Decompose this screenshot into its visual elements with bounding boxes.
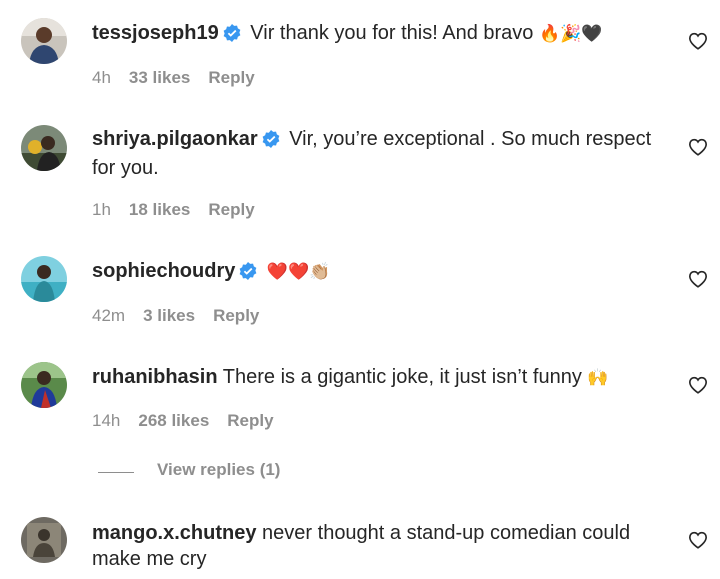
replies-divider xyxy=(98,472,134,473)
likes-count[interactable]: 18 likes xyxy=(129,200,190,219)
comment-meta: 42m 3 likes Reply xyxy=(92,306,277,326)
comment-text: There is a gigantic joke, it just isn’t … xyxy=(222,366,582,388)
username[interactable]: shriya.pilgaonkar xyxy=(92,128,258,150)
view-replies-label: View replies (1) xyxy=(157,460,281,479)
comment-line: shriya.pilgaonkar Vir, you’re exceptiona… xyxy=(92,126,652,181)
verified-badge-icon xyxy=(223,23,241,49)
likes-count[interactable]: 268 likes xyxy=(138,411,209,430)
username[interactable]: ruhanibhasin xyxy=(92,366,218,388)
reply-button[interactable]: Reply xyxy=(227,411,273,430)
comment-meta: 4h 33 likes Reply xyxy=(92,68,273,88)
like-heart-icon[interactable] xyxy=(688,138,710,158)
comment-line: mango.x.chutney never thought a stand-up… xyxy=(92,520,652,572)
username[interactable]: mango.x.chutney xyxy=(92,522,256,544)
emoji: 🙌 xyxy=(587,368,609,387)
reply-button[interactable]: Reply xyxy=(208,200,254,219)
username[interactable]: sophiechoudry xyxy=(92,260,235,282)
comment-line: tessjoseph19 Vir thank you for this! And… xyxy=(92,20,652,49)
like-heart-icon[interactable] xyxy=(688,531,710,551)
timestamp[interactable]: 4h xyxy=(92,68,111,87)
like-heart-icon[interactable] xyxy=(688,376,710,396)
avatar[interactable] xyxy=(21,517,67,563)
emoji: 🔥🎉🖤 xyxy=(538,24,603,43)
verified-badge-icon xyxy=(239,261,257,287)
username[interactable]: tessjoseph19 xyxy=(92,22,219,44)
like-heart-icon[interactable] xyxy=(688,32,710,52)
avatar[interactable] xyxy=(21,125,67,171)
comment-meta: 1h 18 likes Reply xyxy=(92,200,273,220)
reply-button[interactable]: Reply xyxy=(208,68,254,87)
comment-meta: 14h 268 likes Reply xyxy=(92,411,292,431)
verified-badge-icon xyxy=(262,129,280,155)
timestamp[interactable]: 14h xyxy=(92,411,120,430)
avatar[interactable] xyxy=(21,256,67,302)
avatar[interactable] xyxy=(21,18,67,64)
comment-text: Vir thank you for this! And bravo xyxy=(250,22,534,44)
likes-count[interactable]: 33 likes xyxy=(129,68,190,87)
reply-button[interactable]: Reply xyxy=(213,306,259,325)
timestamp[interactable]: 42m xyxy=(92,306,125,325)
emoji: ❤️❤️👏🏼 xyxy=(266,262,331,281)
avatar[interactable] xyxy=(21,362,67,408)
timestamp[interactable]: 1h xyxy=(92,200,111,219)
comment-line: sophiechoudry ❤️❤️👏🏼 xyxy=(92,258,652,287)
likes-count[interactable]: 3 likes xyxy=(143,306,195,325)
like-heart-icon[interactable] xyxy=(688,270,710,290)
view-replies-button[interactable]: View replies (1) xyxy=(98,460,398,484)
comment-line: ruhanibhasin There is a gigantic joke, i… xyxy=(92,364,652,391)
